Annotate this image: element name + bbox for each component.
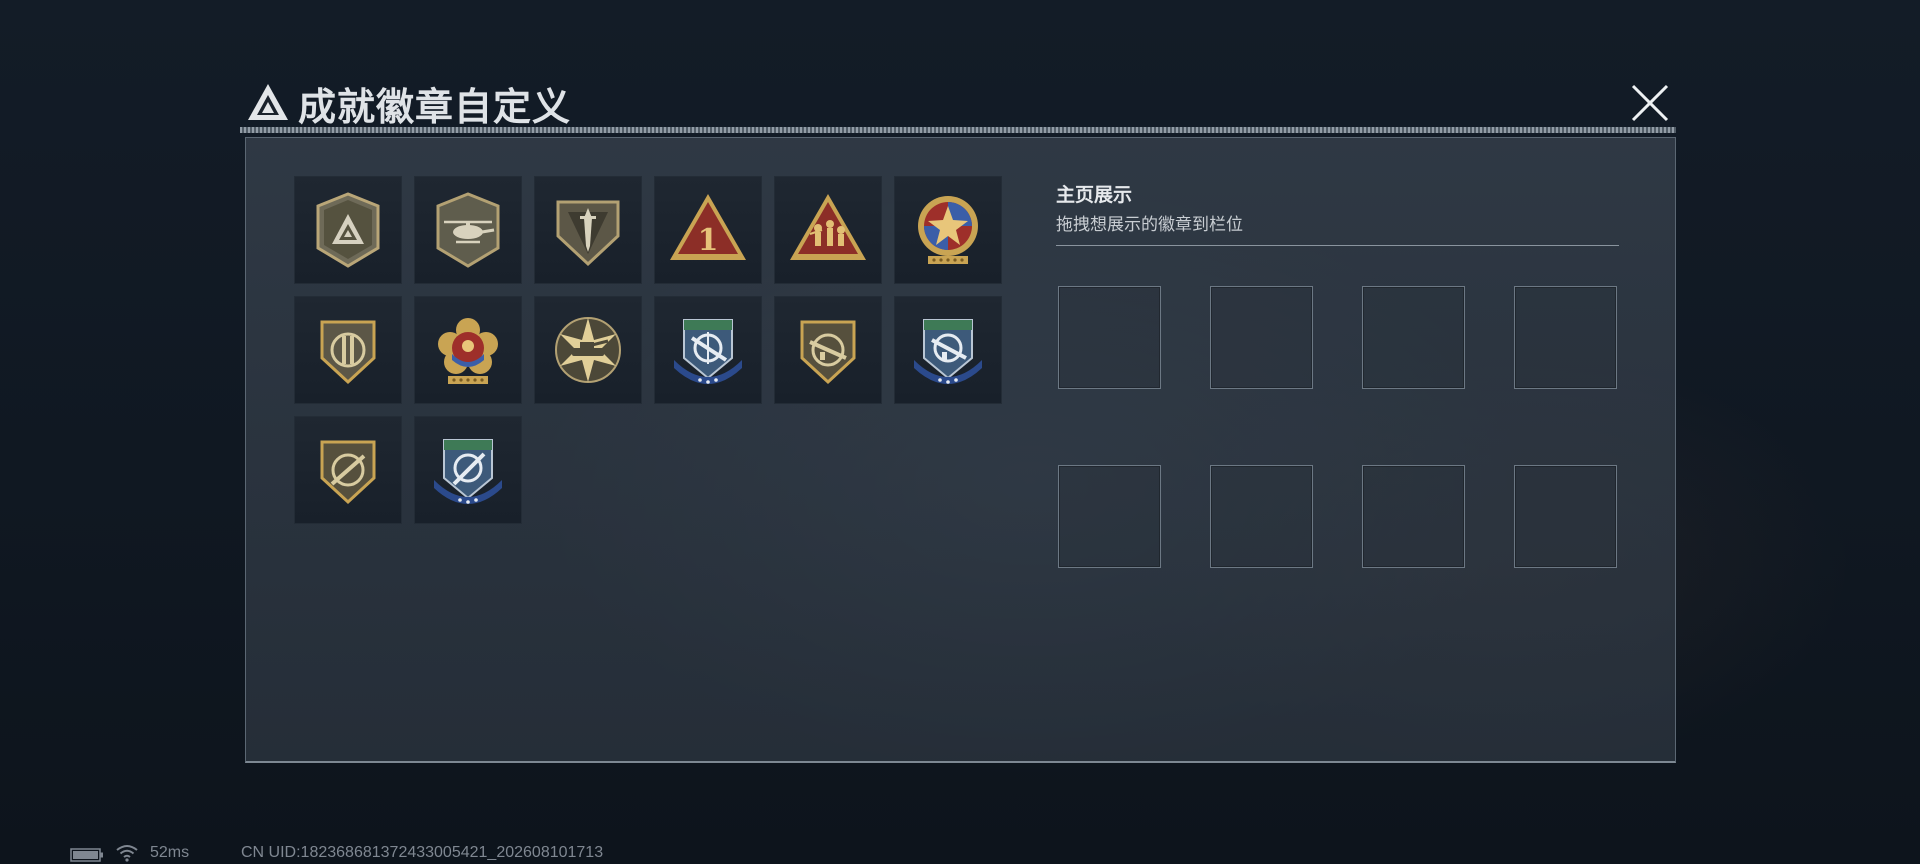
uid-text: CN UID:18236868137243300542‌1_2026081017… — [241, 844, 604, 861]
showcase-divider — [1056, 245, 1619, 246]
badge-slot[interactable] — [894, 296, 1002, 404]
badge-slot[interactable] — [414, 416, 522, 524]
badge-slot[interactable] — [894, 176, 1002, 284]
blue-sniper-crest-badge-icon — [434, 439, 502, 504]
badge-slot[interactable] — [414, 296, 522, 404]
badge-panel: 1 主页展示 拖拽想展示的徽章到栏位 — [245, 137, 1676, 763]
delta-shield-badge-icon — [316, 192, 380, 268]
ping-text: 52ms — [150, 844, 190, 861]
badge-slot[interactable] — [294, 416, 402, 524]
showcase-slot-5[interactable] — [1058, 465, 1161, 568]
badge-slot[interactable] — [294, 176, 402, 284]
showcase-slot-6[interactable] — [1210, 465, 1313, 568]
showcase-slot-7[interactable] — [1362, 465, 1465, 568]
dagger-shield-badge-icon — [556, 200, 620, 267]
showcase-title: 主页展示 — [1056, 184, 1133, 206]
showcase-slot-8[interactable] — [1514, 465, 1617, 568]
star-wreath-medal-badge-icon — [918, 196, 978, 264]
header-divider — [240, 127, 1676, 133]
badge-slot[interactable] — [294, 296, 402, 404]
badge-slot[interactable] — [534, 296, 642, 404]
blue-rifle-crest-badge-icon — [674, 319, 742, 384]
tank-starburst-badge-icon — [555, 317, 621, 383]
battery-icon — [70, 848, 103, 862]
bars-shield-badge-icon — [320, 320, 376, 385]
close-icon — [1631, 84, 1669, 122]
showcase-slot-grid — [1058, 286, 1617, 568]
number-one-triangle-badge-icon: 1 — [670, 194, 746, 260]
flower-medal-badge-icon — [438, 318, 498, 384]
showcase-subtitle: 拖拽想展示的徽章到栏位 — [1056, 215, 1243, 235]
badge-slot[interactable] — [654, 296, 762, 404]
badge-slot[interactable] — [774, 176, 882, 284]
wifi-icon — [116, 845, 138, 862]
dialog-header: 成就徽章自定义 — [240, 70, 1676, 134]
helicopter-shield-badge-icon — [436, 192, 500, 268]
badge-collection-grid: 1 — [294, 176, 1002, 524]
badge-slot[interactable] — [414, 176, 522, 284]
badge-slot[interactable]: 1 — [654, 176, 762, 284]
blue-rifle-crest-badge-icon-2 — [914, 319, 982, 384]
showcase-slot-1[interactable] — [1058, 286, 1161, 389]
showcase-slot-3[interactable] — [1362, 286, 1465, 389]
badge-slot[interactable] — [774, 296, 882, 404]
showcase-slot-2[interactable] — [1210, 286, 1313, 389]
badge-slot[interactable] — [534, 176, 642, 284]
soldiers-triangle-badge-icon — [790, 194, 866, 260]
svg-text:1: 1 — [698, 223, 719, 258]
rifle-shield-badge-icon — [800, 320, 856, 385]
showcase-slot-4[interactable] — [1514, 286, 1617, 389]
delta-logo-icon — [248, 84, 288, 120]
close-button[interactable] — [1627, 80, 1673, 126]
sniper-shield-badge-icon — [320, 440, 376, 505]
page-title: 成就徽章自定义 — [298, 85, 572, 129]
